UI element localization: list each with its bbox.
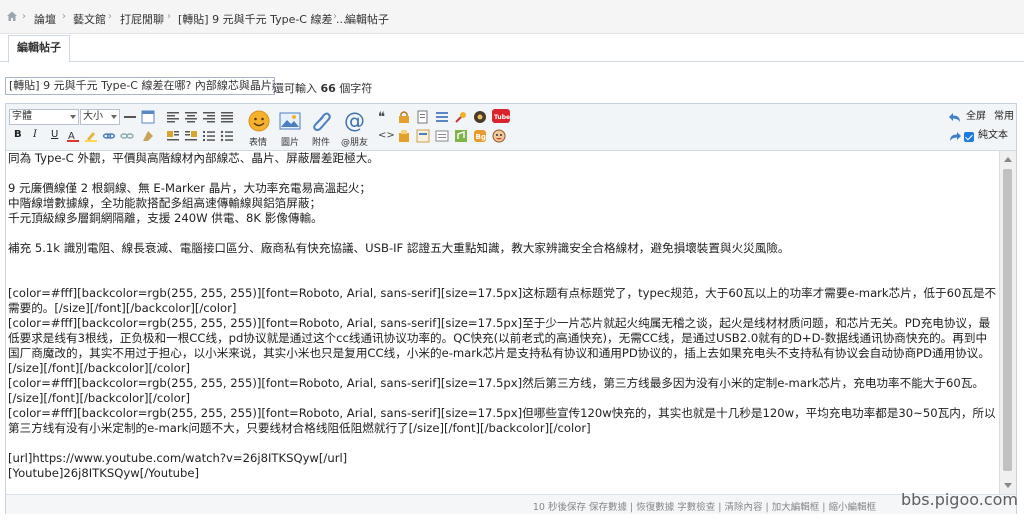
text-color-icon[interactable]: A [66,129,80,143]
horizontal-rule-icon[interactable] [123,110,137,124]
image-icon[interactable] [278,109,302,133]
content-line: [Youtube]26j8ITKSQyw[/Youtube] [8,466,200,480]
attachment-label: 附件 [312,138,331,148]
redo-icon[interactable] [948,129,962,143]
breadcrumb-separator: › [62,11,66,22]
bg-music-icon[interactable]: Bg [473,129,487,143]
table-icon[interactable] [141,110,155,124]
quote-icon[interactable]: ❝ [378,110,385,125]
svg-text:Tube: Tube [494,114,510,121]
plaintext-checkbox[interactable] [964,132,974,142]
svg-text:Bg: Bg [476,133,486,141]
breadcrumb-item-forum[interactable]: 論壇 [34,11,56,27]
align-justify-icon[interactable] [220,110,234,124]
hide-content-icon[interactable] [435,110,449,124]
hint-count: 66 [320,82,336,95]
italic-button[interactable]: I [33,129,37,140]
float-left-icon[interactable] [166,129,180,143]
breadcrumb-item-thread[interactable]: [轉貼] 9 元與千元 Type-C 線差 ... [178,11,346,27]
content-line: 同為 Type-C 外觀，平價與高階線材內部線芯、晶片、屏蔽層差距極大。 [8,151,379,165]
unordered-list-icon[interactable] [220,129,234,143]
content-line: [color=#fff][backcolor=rgb(255, 255, 255… [8,316,991,375]
editor-content[interactable]: 同為 Type-C 外觀，平價與高階線材內部線芯、晶片、屏蔽層差距極大。 9 元廉… [8,151,998,493]
svg-text:@: @ [344,109,365,133]
bold-button[interactable]: B [14,129,22,140]
lock-icon[interactable] [397,110,411,124]
subject-input[interactable]: [轉貼] 9 元與千元 Type-C 線差在哪? 內部線芯與晶片藏 [5,77,275,95]
background-color-icon[interactable] [84,129,98,143]
subject-char-hint: 還可輸入 66 個字符 [273,80,372,96]
content-line: [color=#fff][backcolor=rgb(255, 255, 255… [8,286,997,315]
emoticon-icon[interactable] [247,109,271,133]
plaintext-label: 純文本 [978,130,1008,141]
content-line: 補充 5.1k 識別電阻、線長衰減、電腦接口區分、廠商私有快充協議、USB-IF… [8,241,790,255]
align-left-icon[interactable] [166,110,180,124]
content-blank-line [8,256,998,271]
editor-toolbar: 字體 大小 B I U A 表情 圖片 附件 @ @朋友 ❝ Tube <> B… [6,104,1016,151]
content-line: 千元頂級線多層銅網隔離，支援 240W 供電、8K 影像傳輸。 [8,211,323,225]
password-icon[interactable] [454,110,468,124]
content-blank-line [8,166,998,181]
breadcrumb-item-current: 編輯帖子 [345,13,389,26]
breadcrumb: › 論壇 › 藝文館 › 打屁閒聊 › [轉貼] 9 元與千元 Type-C 線… [0,0,1024,34]
content-line: [color=#fff][backcolor=rgb(255, 255, 255… [8,376,984,405]
align-right-icon[interactable] [202,110,216,124]
breadcrumb-separator: › [22,11,26,22]
hint-suffix: 個字符 [339,82,373,95]
fullscreen-button[interactable]: 全屏 [966,110,986,124]
font-family-select[interactable]: 字體 [9,109,79,125]
unlink-icon[interactable] [120,129,134,143]
content-blank-line [8,226,998,241]
align-center-icon[interactable] [184,110,198,124]
mention-label: @朋友 [341,138,369,148]
breadcrumb-item-chat[interactable]: 打屁閒聊 [120,11,164,27]
image-label: 圖片 [281,138,300,148]
cartoon-icon[interactable] [492,129,506,143]
breadcrumb-separator: › [167,11,171,22]
font-size-value: 大小 [83,111,103,122]
content-line: [color=#fff][backcolor=rgb(255, 255, 255… [8,406,996,435]
content-line: 9 元廉價線僅 2 根銅線、無 E-Marker 晶片，大功率充電易高溫起火； [8,181,372,195]
breadcrumb-item-art[interactable]: 藝文館 [73,11,106,27]
breadcrumb-separator: › [108,11,112,22]
float-right-icon[interactable] [184,129,198,143]
tab-edit-post[interactable]: 編輯帖子 [8,35,70,63]
tab-bar: 編輯帖子 [0,33,1024,63]
paid-content-icon[interactable] [397,129,411,143]
code-icon[interactable]: <> [378,130,395,141]
attachment-icon[interactable] [310,109,334,133]
audio-icon[interactable] [454,129,468,143]
flash-icon[interactable] [473,110,487,124]
ordered-list-icon[interactable] [202,129,216,143]
free-content-icon[interactable] [416,110,430,124]
content-line: 中階線增數據線，全功能款搭配多組高速傳輸線與鋁箔屏蔽； [8,196,322,210]
common-button[interactable]: 常用 [994,110,1014,124]
emoticon-label: 表情 [249,138,268,148]
undo-icon[interactable] [948,110,962,124]
home-icon[interactable] [6,10,18,22]
youtube-icon[interactable]: Tube [492,108,510,124]
page-break-icon[interactable] [416,129,430,143]
font-size-select[interactable]: 大小 [80,109,120,125]
clear-format-icon[interactable] [141,129,155,143]
content-line: [url]https://www.youtube.com/watch?v=26j… [8,451,348,465]
content-blank-line [8,436,998,451]
index-icon[interactable] [435,129,449,143]
breadcrumb-separator: › [333,11,337,22]
editor-scrollbar[interactable] [999,151,1016,494]
site-watermark: bbs.pigoo.com [900,490,1018,509]
mention-icon[interactable]: @ [343,109,367,133]
link-icon[interactable] [102,129,116,143]
font-family-value: 字體 [12,111,32,122]
content-blank-line [8,271,998,286]
editor-statusbar: 10 秒後保存 保存數據 | 恢復數據 字數檢查 | 清除內容 | 加大編輯框 … [6,494,1016,514]
hint-prefix: 還可輸入 [273,82,317,95]
underline-button[interactable]: U [51,129,58,140]
post-editor: 字體 大小 B I U A 表情 圖片 附件 @ @朋友 ❝ Tube <> B… [5,103,1017,514]
status-text[interactable]: 10 秒後保存 保存數據 | 恢復數據 字數檢查 | 清除內容 | 加大編輯框 … [533,499,876,513]
